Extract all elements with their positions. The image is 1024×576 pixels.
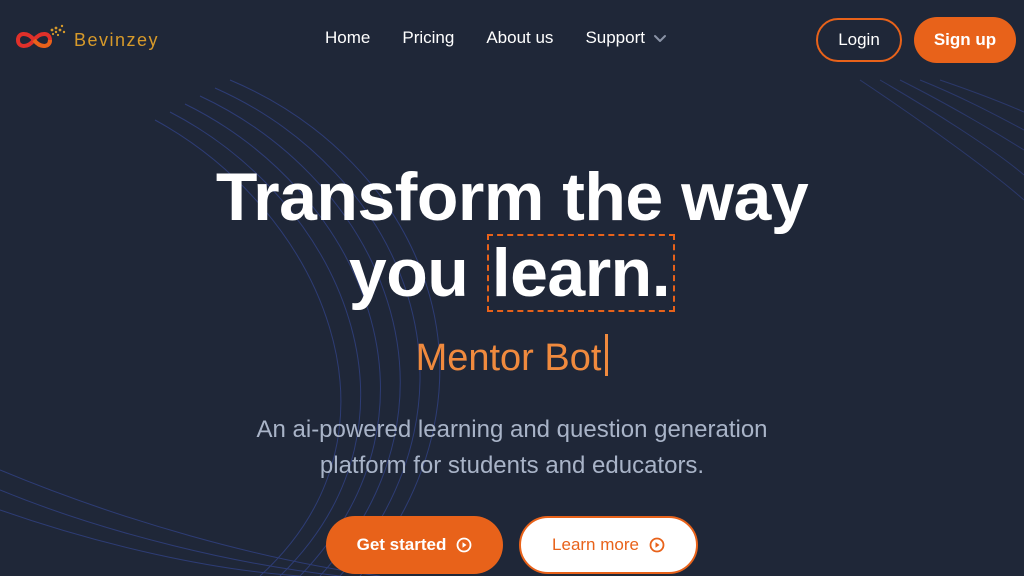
typing-caret bbox=[605, 334, 609, 376]
play-circle-icon bbox=[649, 537, 665, 553]
hero-heading-line2: you learn. bbox=[0, 234, 1024, 312]
nav-support-label: Support bbox=[585, 28, 645, 47]
chevron-down-icon bbox=[653, 35, 666, 42]
get-started-label: Get started bbox=[356, 535, 447, 554]
play-circle-icon bbox=[456, 537, 472, 553]
nav-about-us[interactable]: About us bbox=[486, 28, 553, 48]
nav-home[interactable]: Home bbox=[325, 28, 370, 48]
hero-heading-line1: Transform the way bbox=[215, 159, 809, 235]
infinity-logo-icon bbox=[15, 24, 66, 48]
landing-page: Bevinzey Home Pricing About us Support L… bbox=[0, 0, 1024, 576]
hero-highlight-word: learn. bbox=[486, 234, 676, 312]
login-button[interactable]: Login bbox=[816, 18, 902, 62]
hero-heading: Transform the way you learn. bbox=[0, 160, 1024, 312]
learn-more-label: Learn more bbox=[552, 535, 639, 554]
brand-logo[interactable]: Bevinzey bbox=[12, 22, 159, 58]
main-nav: Home Pricing About us Support bbox=[325, 28, 667, 48]
typing-text: Mentor Bot bbox=[0, 334, 1024, 382]
nav-support-dropdown[interactable]: Support bbox=[585, 28, 667, 48]
hero-subtitle: An ai-powered learning and question gene… bbox=[256, 416, 768, 479]
hero-heading-prefix: you bbox=[348, 235, 469, 311]
get-started-button[interactable]: Get started bbox=[326, 516, 503, 574]
typing-word: Mentor Bot bbox=[415, 337, 602, 379]
signup-button[interactable]: Sign up bbox=[914, 17, 1016, 63]
learn-more-button[interactable]: Learn more bbox=[519, 516, 698, 574]
brand-name: Bevinzey bbox=[74, 29, 160, 50]
nav-pricing[interactable]: Pricing bbox=[402, 28, 454, 48]
top-navbar: Bevinzey Home Pricing About us Support L… bbox=[0, 0, 1024, 80]
